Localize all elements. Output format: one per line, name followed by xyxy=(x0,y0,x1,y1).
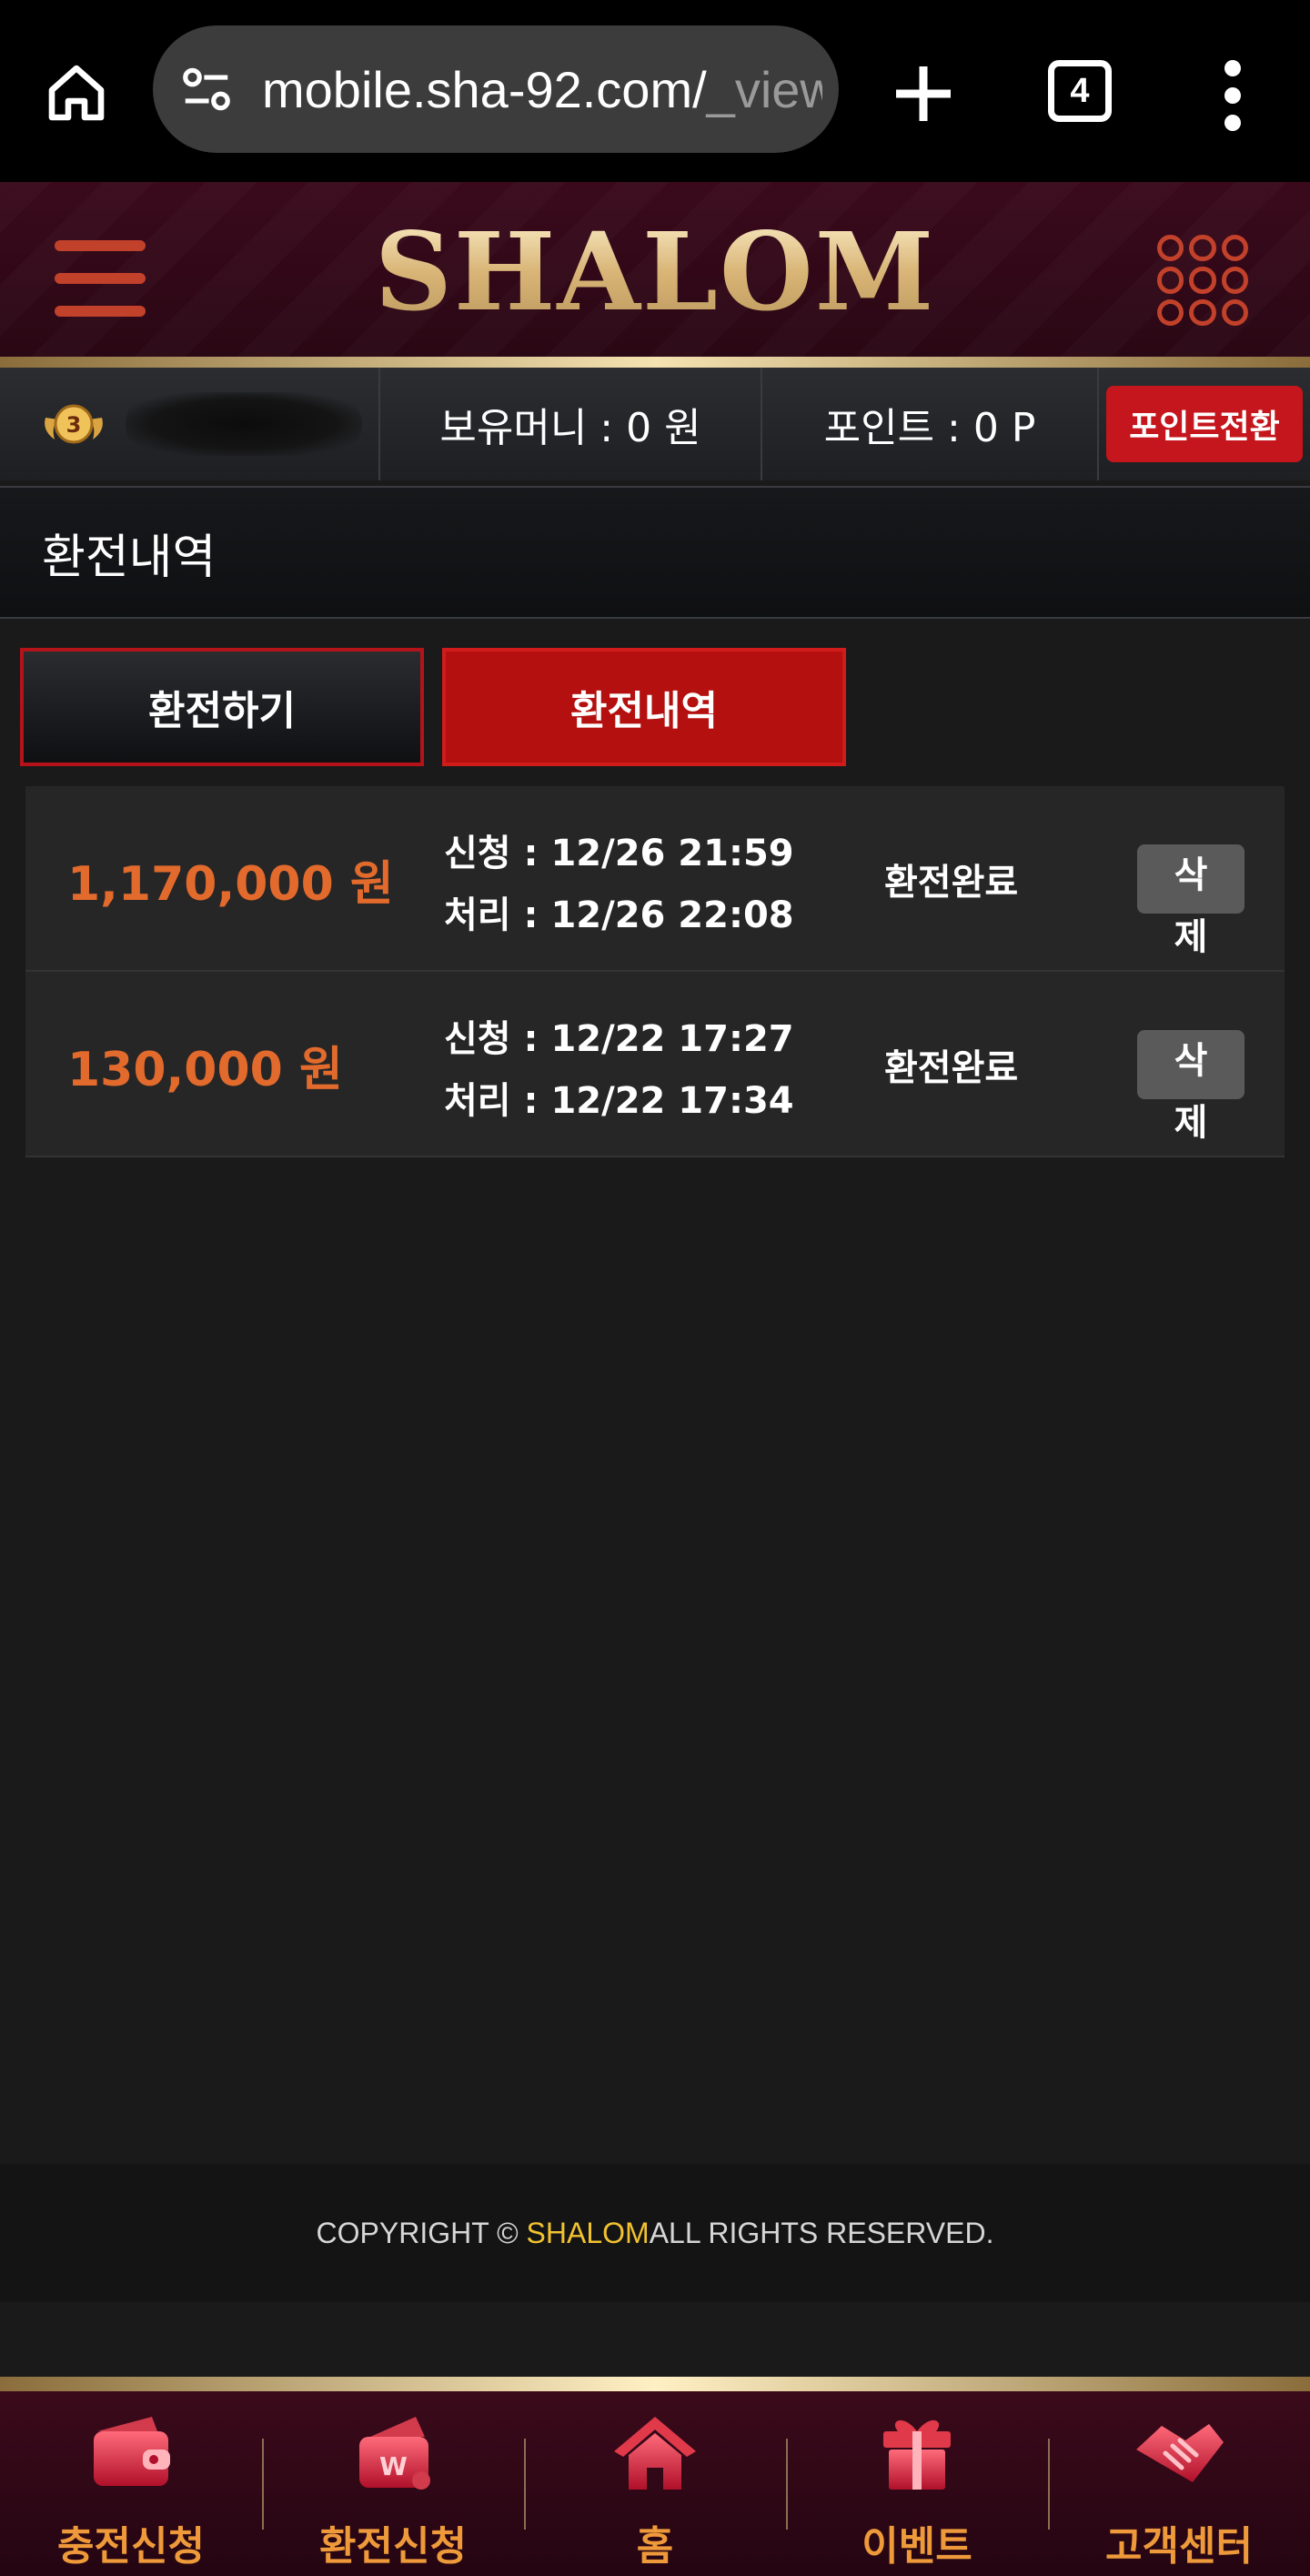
requested-time: 신청 : 12/22 17:27 xyxy=(444,1018,794,1060)
exchange-history-list: 1,170,000 원 신청 : 12/26 21:59 처리 : 12/26 … xyxy=(25,786,1285,1157)
url-text: mobile.sha-92.com/_view xyxy=(262,60,822,118)
nav-event[interactable]: 이벤트 xyxy=(786,2391,1048,2576)
handshake-icon xyxy=(1136,2424,1224,2482)
bottom-nav-divider xyxy=(0,2377,1310,2391)
nav-support[interactable]: 고객센터 xyxy=(1048,2391,1310,2576)
page: mobile.sha-92.com/_view 4 SHALOM 3 보유머니 … xyxy=(0,0,1310,2576)
delete-button[interactable]: 삭제 xyxy=(1137,1030,1244,1144)
nav-deposit[interactable]: 충전신청 xyxy=(0,2391,262,2576)
processed-time: 처리 : 12/22 17:34 xyxy=(444,1080,794,1122)
level-number: 3 xyxy=(66,412,82,438)
point-convert-button[interactable]: 포인트전환 xyxy=(1106,386,1303,462)
more-options-icon[interactable] xyxy=(1210,55,1255,136)
delete-button[interactable]: 삭제 xyxy=(1137,844,1244,958)
history-times: 신청 : 12/22 17:27 처리 : 12/22 17:34 xyxy=(444,1008,794,1132)
tab-exchange[interactable]: 환전하기 xyxy=(20,648,424,766)
requested-time: 신청 : 12/26 21:59 xyxy=(444,833,794,874)
history-amount: 130,000 원 xyxy=(67,1042,343,1097)
wallet-icon xyxy=(94,2417,170,2486)
nav-home[interactable]: 홈 xyxy=(524,2391,786,2576)
site-settings-icon[interactable] xyxy=(178,61,235,117)
tab-count: 4 xyxy=(1070,71,1090,110)
copyright-prefix: COPYRIGHT © xyxy=(316,2216,519,2249)
nav-label: 충전신청 xyxy=(57,2523,205,2570)
history-times: 신청 : 12/26 21:59 처리 : 12/26 22:08 xyxy=(444,823,794,946)
browser-home-icon[interactable] xyxy=(40,56,113,129)
hamburger-menu-icon[interactable] xyxy=(55,235,155,322)
nav-label: 이벤트 xyxy=(862,2523,972,2570)
tab-switcher-button[interactable]: 4 xyxy=(1048,60,1112,122)
history-amount: 1,170,000 원 xyxy=(67,856,394,912)
tab-history[interactable]: 환전내역 xyxy=(442,648,846,766)
copyright-brand: SHALOM xyxy=(526,2216,650,2249)
footer-copyright: COPYRIGHT © SHALOM ALL RIGHTS RESERVED. xyxy=(0,2164,1310,2302)
history-row: 130,000 원 신청 : 12/22 17:27 처리 : 12/22 17… xyxy=(25,972,1285,1157)
point-balance: 포인트 : 0 P xyxy=(762,368,1099,480)
level-badge-icon: 3 xyxy=(40,394,107,454)
nav-withdraw[interactable]: W 환전신청 xyxy=(262,2391,524,2576)
site-logo[interactable]: SHALOM xyxy=(375,208,934,335)
nav-label: 환전신청 xyxy=(319,2523,467,2570)
delete-label: 삭제 xyxy=(1174,1040,1208,1144)
history-status: 환전완료 xyxy=(884,1047,1019,1089)
user-profile: 3 xyxy=(0,368,380,480)
delete-label: 삭제 xyxy=(1174,854,1208,958)
grid-menu-icon[interactable] xyxy=(1157,235,1248,326)
browser-toolbar: mobile.sha-92.com/_view 4 xyxy=(0,0,1310,182)
history-status: 환전완료 xyxy=(884,862,1019,904)
user-info-bar: 3 보유머니 : 0 원 포인트 : 0 P 포인트전환 xyxy=(0,368,1310,480)
logo-text: SHALOM xyxy=(374,207,936,335)
username-redacted xyxy=(126,392,362,456)
exchange-wallet-icon: W xyxy=(359,2417,430,2490)
new-tab-icon[interactable] xyxy=(882,53,964,135)
processed-time: 처리 : 12/26 22:08 xyxy=(444,894,794,936)
gift-icon xyxy=(883,2419,951,2490)
bottom-nav: 충전신청 W 환전신청 홈 이벤트 고객센터 xyxy=(0,2391,1310,2576)
svg-text:W: W xyxy=(379,2451,408,2481)
page-title: 환전내역 xyxy=(0,486,1310,619)
convert-container: 포인트전환 xyxy=(1099,368,1310,480)
home-icon xyxy=(614,2417,696,2490)
copyright-suffix: ALL RIGHTS RESERVED. xyxy=(649,2216,994,2249)
history-row: 1,170,000 원 신청 : 12/26 21:59 처리 : 12/26 … xyxy=(25,786,1285,972)
header-divider xyxy=(0,357,1310,368)
nav-label: 고객센터 xyxy=(1105,2523,1253,2570)
address-bar[interactable]: mobile.sha-92.com/_view xyxy=(153,25,839,153)
money-balance: 보유머니 : 0 원 xyxy=(380,368,762,480)
nav-label: 홈 xyxy=(636,2523,674,2570)
